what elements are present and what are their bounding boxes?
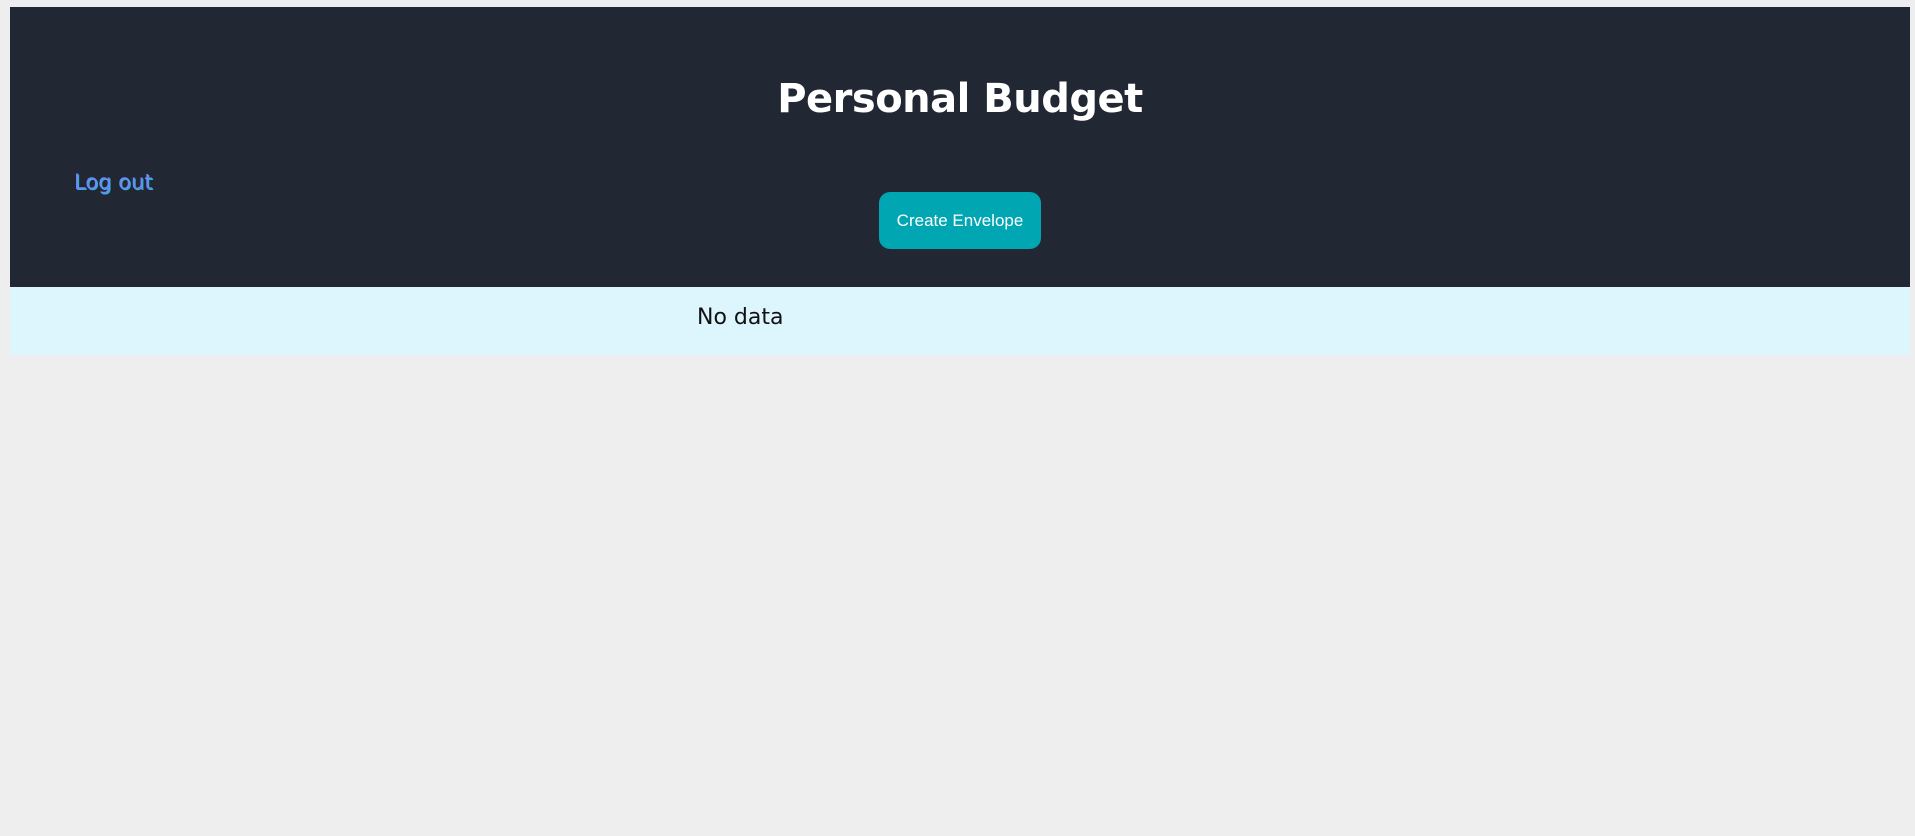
page-title: Personal Budget [777,76,1143,122]
header: Personal Budget Log out Create Envelope [10,7,1910,287]
app-container: Personal Budget Log out Create Envelope … [10,7,1910,355]
empty-state-message: No data [697,305,784,330]
create-envelope-button[interactable]: Create Envelope [879,192,1041,249]
logout-link[interactable]: Log out [74,172,153,193]
envelopes-list: No data [10,287,1910,355]
